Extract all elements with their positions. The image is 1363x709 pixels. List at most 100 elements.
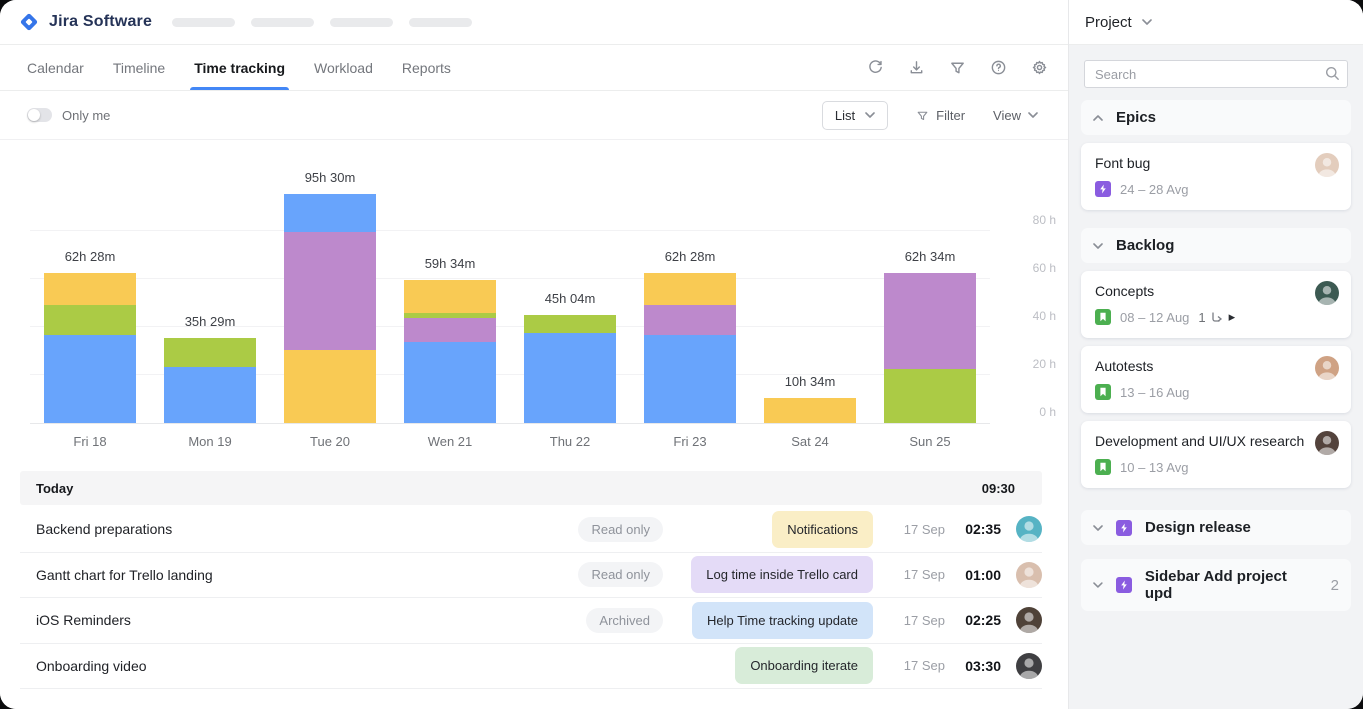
app-window: Jira Software Calendar Timeline Time track… [0, 0, 1363, 709]
filter-button[interactable]: Filter [916, 108, 965, 123]
settings-gear-icon[interactable] [1030, 59, 1048, 77]
chart-toolbar: Only me List Filter View [0, 91, 1068, 140]
avatar [1016, 516, 1042, 542]
header-skeleton [251, 18, 314, 27]
bar-segment-yellow [404, 280, 495, 313]
jira-logo-icon [18, 11, 40, 33]
x-axis-label: Tue 20 [270, 434, 390, 449]
sidebar-card[interactable]: Concepts 08 – 12 Aug1 ▸ [1081, 271, 1351, 338]
task-logged-time: 02:25 [945, 612, 1001, 628]
sidebar-sections: Epics Font bug24 – 28 Avg Backlog Concepts 0… [1069, 90, 1363, 611]
task-row[interactable]: Gantt chart for Trello landingRead onlyL… [20, 553, 1042, 599]
chart-x-axis: Fri 18Mon 19Tue 20Wen 21Thu 22Fri 23Sat … [30, 434, 990, 449]
stacked-bar-fri-18[interactable] [44, 273, 135, 423]
task-date: 17 Sep [873, 613, 945, 628]
status-badge: Archived [586, 608, 663, 633]
stacked-bar-sun-25[interactable] [884, 273, 975, 423]
task-tag-chip[interactable]: Notifications [772, 511, 873, 548]
task-row[interactable]: iOS RemindersArchivedHelp Time tracking … [20, 598, 1042, 644]
task-row[interactable]: Backend preparationsRead onlyNotificatio… [20, 507, 1042, 553]
tab-list: Calendar Timeline Time tracking Workload Rep… [27, 45, 451, 90]
tab-reports[interactable]: Reports [402, 45, 451, 90]
bar-total-label: 10h 34m [726, 374, 894, 389]
chart-bar-cell: 95h 30m [270, 184, 390, 423]
stacked-bar-thu-22[interactable] [524, 315, 615, 423]
expand-triangle-icon: ▸ [1229, 309, 1236, 325]
card-meta: 13 – 16 Aug [1095, 384, 1337, 400]
chart-plot-area: 0 h20 h40 h60 h80 h62h 28m35h 29m95h 30m… [30, 184, 990, 424]
person-silhouette [1315, 431, 1339, 455]
card-title: Concepts [1095, 283, 1337, 299]
chevron-down-icon [1093, 243, 1103, 249]
bar-segment-yellow [44, 273, 135, 305]
task-tag-chip[interactable]: Help Time tracking update [692, 602, 873, 639]
download-icon[interactable] [907, 59, 925, 77]
bookmark-icon [1098, 462, 1108, 472]
tag-column: Notifications [687, 511, 873, 548]
view-mode-dropdown[interactable]: List [822, 101, 888, 130]
sidebar-section-header-backlog[interactable]: Backlog [1081, 228, 1351, 263]
card-meta: 10 – 13 Avg [1095, 459, 1337, 475]
bar-total-label: 95h 30m [246, 170, 414, 185]
bar-total-label: 35h 29m [126, 314, 294, 329]
tab-timeline[interactable]: Timeline [113, 45, 165, 90]
task-list: Backend preparationsRead onlyNotificatio… [20, 507, 1042, 689]
sidebar-section-header-sidebar-add-project-upd[interactable]: Sidebar Add project upd2 [1081, 559, 1351, 611]
x-axis-label: Thu 22 [510, 434, 630, 449]
card-date-range: 08 – 12 Aug [1120, 310, 1189, 325]
task-row[interactable]: Onboarding videoOnboarding iterate17 Sep… [20, 644, 1042, 690]
x-axis-label: Sun 25 [870, 434, 990, 449]
subtask-branch-icon [1211, 312, 1224, 323]
bar-segment-green [44, 305, 135, 336]
x-axis-label: Fri 18 [30, 434, 150, 449]
section-count: 2 [1331, 577, 1339, 594]
chevron-up-icon [1093, 115, 1103, 121]
help-icon[interactable] [989, 59, 1007, 77]
sidebar-section-header-epics[interactable]: Epics [1081, 100, 1351, 135]
stacked-bar-wen-21[interactable] [404, 280, 495, 423]
avatar [1016, 607, 1042, 633]
filter-icon[interactable] [948, 59, 966, 77]
sidebar-card[interactable]: Development and UI/UX research10 – 13 Av… [1081, 421, 1351, 488]
task-logged-time: 03:30 [945, 658, 1001, 674]
person-silhouette [1315, 281, 1339, 305]
sidebar-header[interactable]: Project [1069, 0, 1363, 45]
chart-bars: 62h 28m35h 29m95h 30m59h 34m45h 04m62h 2… [30, 184, 990, 423]
y-axis-tick: 0 h [998, 405, 1056, 419]
stacked-bar-mon-19[interactable] [164, 338, 255, 423]
chart-bar-cell: 35h 29m [150, 184, 270, 423]
stacked-bar-tue-20[interactable] [284, 194, 375, 423]
task-date: 17 Sep [873, 522, 945, 537]
task-date: 17 Sep [873, 658, 945, 673]
avatar [1315, 356, 1339, 380]
card-date-range: 24 – 28 Avg [1120, 182, 1188, 197]
tab-workload[interactable]: Workload [314, 45, 373, 90]
tab-calendar[interactable]: Calendar [27, 45, 84, 90]
search-input[interactable] [1084, 60, 1348, 88]
tab-time-tracking[interactable]: Time tracking [194, 45, 285, 90]
refresh-icon[interactable] [866, 59, 884, 77]
sidebar: Project Epics Font bug24 – 28 Avg Backlog C… [1068, 0, 1363, 709]
task-tag-chip[interactable]: Onboarding iterate [735, 647, 873, 684]
view-dropdown[interactable]: View [993, 108, 1038, 123]
stacked-bar-sat-24[interactable] [764, 398, 855, 423]
task-tag-chip[interactable]: Log time inside Trello card [691, 556, 873, 593]
tabs-bar: Calendar Timeline Time tracking Workload Rep… [0, 45, 1068, 91]
bar-total-label: 59h 34m [366, 256, 534, 271]
bar-segment-yellow [284, 350, 375, 423]
bar-total-label: 45h 04m [486, 291, 654, 306]
chevron-down-icon [1093, 582, 1103, 588]
sidebar-section-header-design-release[interactable]: Design release [1081, 510, 1351, 545]
stacked-bar-fri-23[interactable] [644, 273, 735, 423]
sidebar-card[interactable]: Autotests13 – 16 Aug [1081, 346, 1351, 413]
x-axis-label: Wen 21 [390, 434, 510, 449]
card-meta: 08 – 12 Aug1 ▸ [1095, 309, 1337, 325]
bolt-icon [1098, 184, 1108, 194]
bookmark-badge-icon [1095, 384, 1111, 400]
only-me-toggle[interactable] [27, 108, 52, 122]
avatar [1315, 431, 1339, 455]
app-title: Jira Software [49, 13, 152, 31]
task-logged-time: 01:00 [945, 567, 1001, 583]
sidebar-card[interactable]: Font bug24 – 28 Avg [1081, 143, 1351, 210]
today-group-header: Today 09:30 [20, 471, 1042, 505]
